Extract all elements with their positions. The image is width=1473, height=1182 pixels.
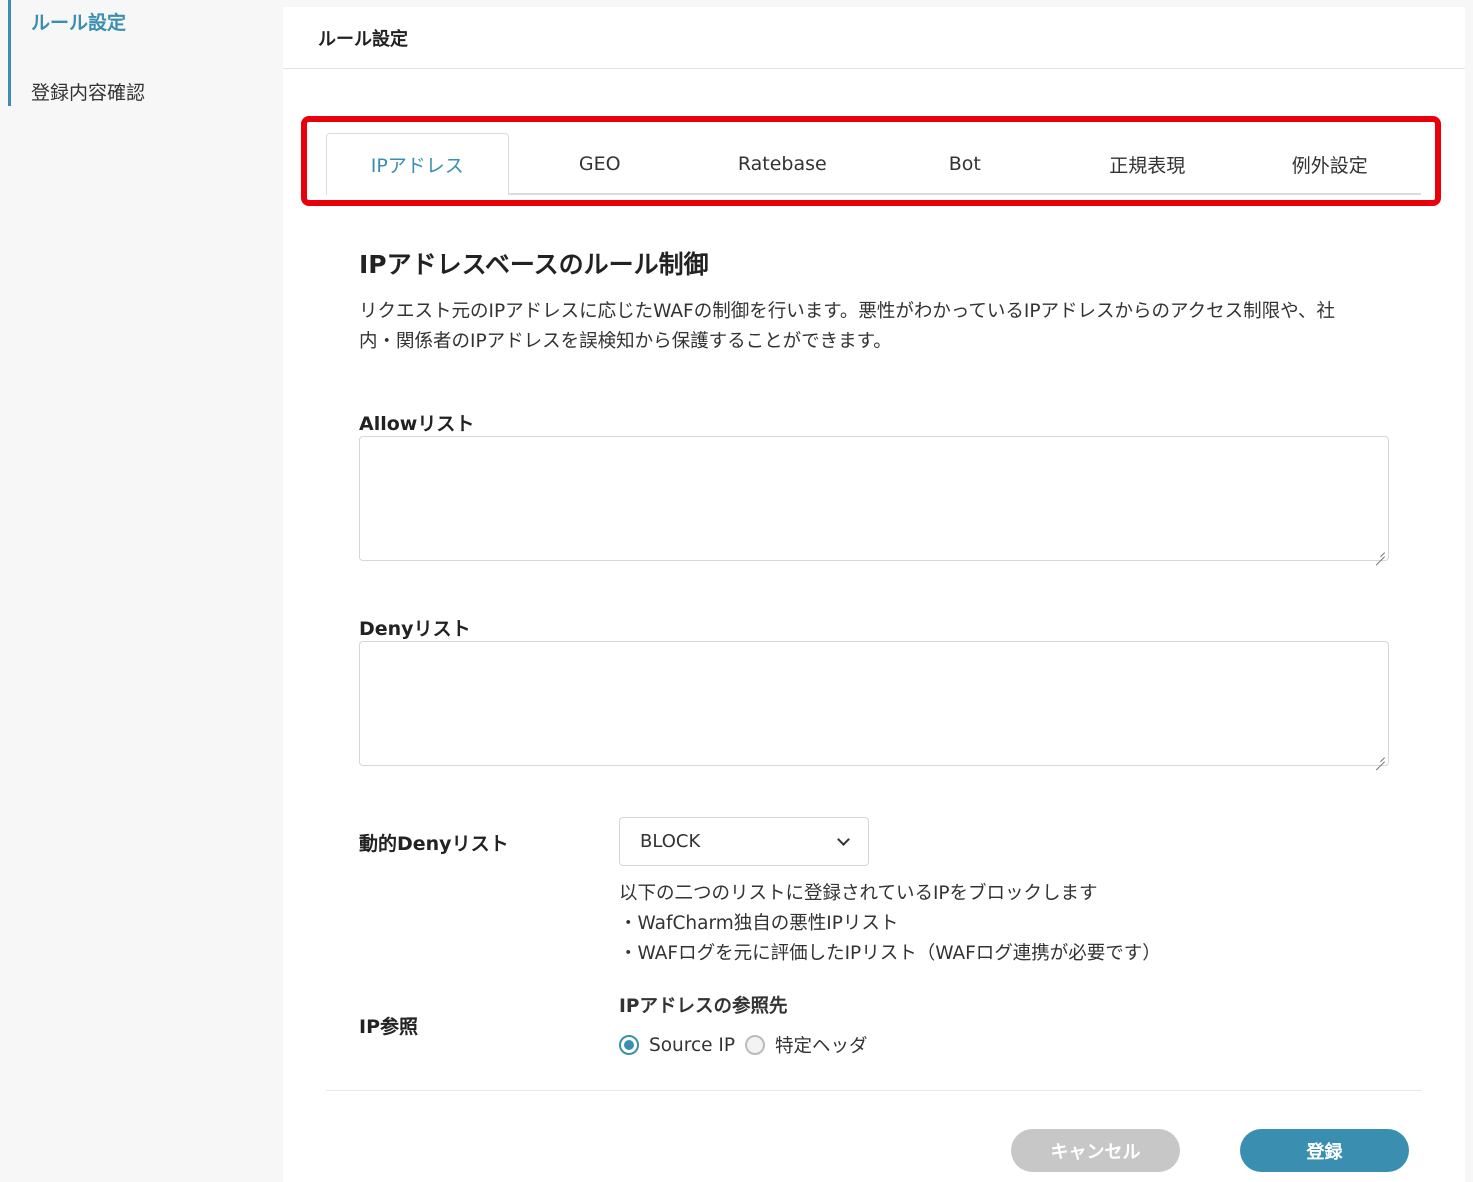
submit-button[interactable]: 登録 (1240, 1129, 1409, 1172)
cancel-button[interactable]: キャンセル (1011, 1129, 1180, 1172)
radio-source-ip-label[interactable]: Source IP (649, 1035, 735, 1056)
radio-specific-header[interactable] (745, 1035, 766, 1055)
tab-exception[interactable]: 例外設定 (1239, 133, 1422, 195)
ip-reference-label: IP参照 (359, 1016, 418, 1038)
sidebar-item-confirm[interactable]: 登録内容確認 (31, 78, 145, 105)
card-header: ルール設定 (283, 7, 1465, 69)
section-description: リクエスト元のIPアドレスに応じたWAFの制御を行います。悪性がわかっているIP… (359, 301, 1336, 352)
radio-specific-header-label[interactable]: 特定ヘッダ (775, 1032, 868, 1058)
dynamic-deny-desc-line: 以下の二つのリストに登録されているIPをブロックします (619, 883, 1098, 904)
sidebar-active-indicator (8, 0, 11, 106)
dynamic-deny-desc-line: ・WAFログを元に評価したIPリスト（WAFログ連携が必要です） (619, 943, 1161, 964)
radio-source-ip[interactable] (619, 1035, 639, 1055)
chevron-down-icon (837, 833, 850, 846)
dynamic-deny-desc-line: ・WafCharm独自の悪性IPリスト (619, 913, 899, 934)
page-title: ルール設定 (318, 29, 408, 50)
sidebar: ルール設定 登録内容確認 (0, 0, 283, 1182)
ip-reference-sublabel: IPアドレスの参照先 (619, 996, 788, 1017)
section-title: IPアドレスベースのルール制御 (359, 250, 709, 279)
tab-ratebase[interactable]: Ratebase (691, 133, 874, 195)
deny-list-textarea[interactable] (359, 641, 1389, 766)
sidebar-item-rule-settings[interactable]: ルール設定 (31, 8, 126, 35)
deny-list-label: Denyリスト (359, 618, 471, 640)
tab-bot[interactable]: Bot (874, 133, 1057, 195)
allow-list-textarea[interactable] (359, 436, 1389, 561)
dynamic-deny-description: 以下の二つのリストに登録されているIPをブロックします ・WafCharm独自の… (619, 879, 1161, 969)
resize-grip-icon[interactable] (1375, 547, 1385, 557)
dynamic-deny-selected-value: BLOCK (640, 831, 701, 852)
resize-grip-icon[interactable] (1375, 752, 1385, 762)
tab-regex[interactable]: 正規表現 (1056, 133, 1239, 195)
tab-geo[interactable]: GEO (509, 133, 692, 195)
allow-list-label: Allowリスト (359, 413, 475, 435)
tab-ip-address[interactable]: IPアドレス (326, 133, 509, 195)
ip-reference-radio-group: Source IP 特定ヘッダ (619, 1032, 878, 1058)
main-card: ルール設定 IPアドレス GEO Ratebase Bot 正規表現 例外設定 … (283, 7, 1465, 1182)
footer-divider (326, 1090, 1421, 1091)
tab-bar: IPアドレス GEO Ratebase Bot 正規表現 例外設定 (326, 133, 1421, 195)
dynamic-deny-select[interactable]: BLOCK (619, 817, 869, 866)
dynamic-deny-label: 動的Denyリスト (359, 833, 509, 855)
